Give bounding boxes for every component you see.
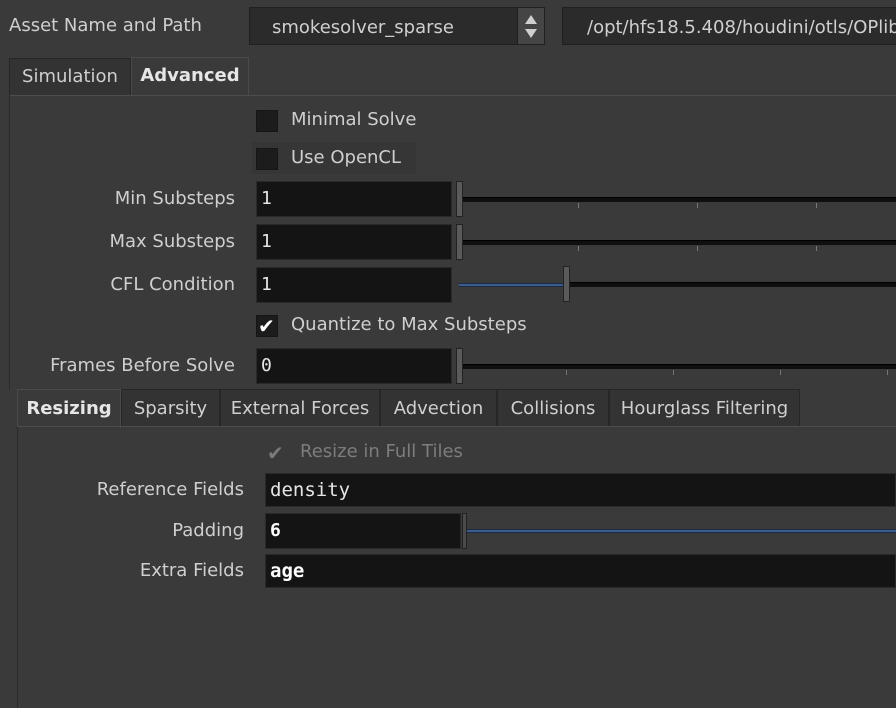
- slider-tick: [566, 370, 567, 375]
- checkmark-icon: ✔: [258, 314, 275, 338]
- asset-path-value: /opt/hfs18.5.408/houdini/otls/OPlib: [587, 17, 896, 38]
- use-opencl-label: Use OpenCL: [291, 147, 402, 168]
- reference-fields-input[interactable]: density: [265, 473, 896, 507]
- tab-panel-border: [9, 95, 896, 96]
- arrow-up-icon[interactable]: [525, 15, 537, 24]
- slider-tick: [697, 203, 698, 208]
- resize-full-tiles-checkbox[interactable]: ✔: [265, 442, 287, 464]
- max-substeps-slider-track[interactable]: [459, 240, 896, 245]
- frames-before-solve-slider-handle[interactable]: [456, 348, 463, 384]
- checkmark-icon: ✔: [267, 441, 284, 465]
- tab-advection[interactable]: Advection: [380, 389, 497, 427]
- min-substeps-field[interactable]: 1: [256, 181, 452, 217]
- cfl-condition-slider-handle[interactable]: [563, 266, 570, 302]
- asset-path-field[interactable]: /opt/hfs18.5.408/houdini/otls/OPlib: [562, 7, 896, 45]
- padding-field[interactable]: 6: [265, 513, 461, 549]
- min-substeps-slider-track[interactable]: [459, 197, 896, 202]
- asset-name-spinner[interactable]: [517, 8, 544, 44]
- quantize-max-substeps-checkbox[interactable]: ✔: [256, 315, 278, 337]
- tab-collisions[interactable]: Collisions: [497, 389, 609, 427]
- asset-name-select[interactable]: smokesolver_sparse: [249, 7, 545, 45]
- min-substeps-label: Min Substeps: [114, 188, 235, 209]
- frames-before-solve-field[interactable]: 0: [256, 348, 452, 384]
- minimal-solve-label: Minimal Solve: [291, 109, 417, 130]
- tab-external-forces[interactable]: External Forces: [220, 389, 380, 427]
- max-substeps-field[interactable]: 1: [256, 224, 452, 260]
- max-substeps-slider-handle[interactable]: [456, 224, 463, 260]
- max-substeps-label: Max Substeps: [109, 231, 235, 252]
- arrow-down-icon[interactable]: [525, 29, 537, 38]
- cfl-condition-field[interactable]: 1: [256, 267, 452, 303]
- tab-resizing[interactable]: Resizing: [17, 389, 121, 428]
- cfl-condition-label: CFL Condition: [110, 274, 235, 295]
- minimal-solve-checkbox[interactable]: [256, 110, 278, 132]
- resize-full-tiles-label: Resize in Full Tiles: [300, 441, 463, 462]
- tab-simulation[interactable]: Simulation: [9, 58, 131, 96]
- slider-tick: [697, 246, 698, 251]
- slider-tick: [887, 370, 888, 375]
- extra-fields-label: Extra Fields: [139, 560, 244, 581]
- min-substeps-slider-handle[interactable]: [456, 181, 463, 217]
- cfl-condition-slider-fill[interactable]: [459, 283, 565, 287]
- padding-label: Padding: [172, 520, 244, 541]
- padding-slider-track[interactable]: [466, 529, 896, 533]
- cfl-condition-slider-track[interactable]: [569, 282, 896, 287]
- reference-fields-label: Reference Fields: [96, 479, 244, 500]
- slider-tick: [578, 203, 579, 208]
- tab-sparsity[interactable]: Sparsity: [121, 389, 220, 427]
- slider-tick: [578, 246, 579, 251]
- extra-fields-input[interactable]: age: [265, 554, 896, 588]
- tab-panel-border-left: [9, 95, 10, 390]
- frames-before-solve-label: Frames Before Solve: [50, 355, 235, 376]
- asset-name-path-label: Asset Name and Path: [9, 15, 202, 36]
- slider-tick: [816, 246, 817, 251]
- asset-name-value: smokesolver_sparse: [272, 17, 454, 38]
- use-opencl-checkbox[interactable]: [256, 148, 278, 170]
- slider-tick: [780, 370, 781, 375]
- tab-hourglass-filtering[interactable]: Hourglass Filtering: [609, 389, 800, 427]
- quantize-max-substeps-label: Quantize to Max Substeps: [291, 314, 527, 335]
- frames-before-solve-slider-track[interactable]: [459, 364, 896, 369]
- padding-slider-handle[interactable]: [462, 513, 467, 549]
- tab-advanced[interactable]: Advanced: [131, 57, 249, 96]
- slider-tick: [673, 370, 674, 375]
- slider-tick: [816, 203, 817, 208]
